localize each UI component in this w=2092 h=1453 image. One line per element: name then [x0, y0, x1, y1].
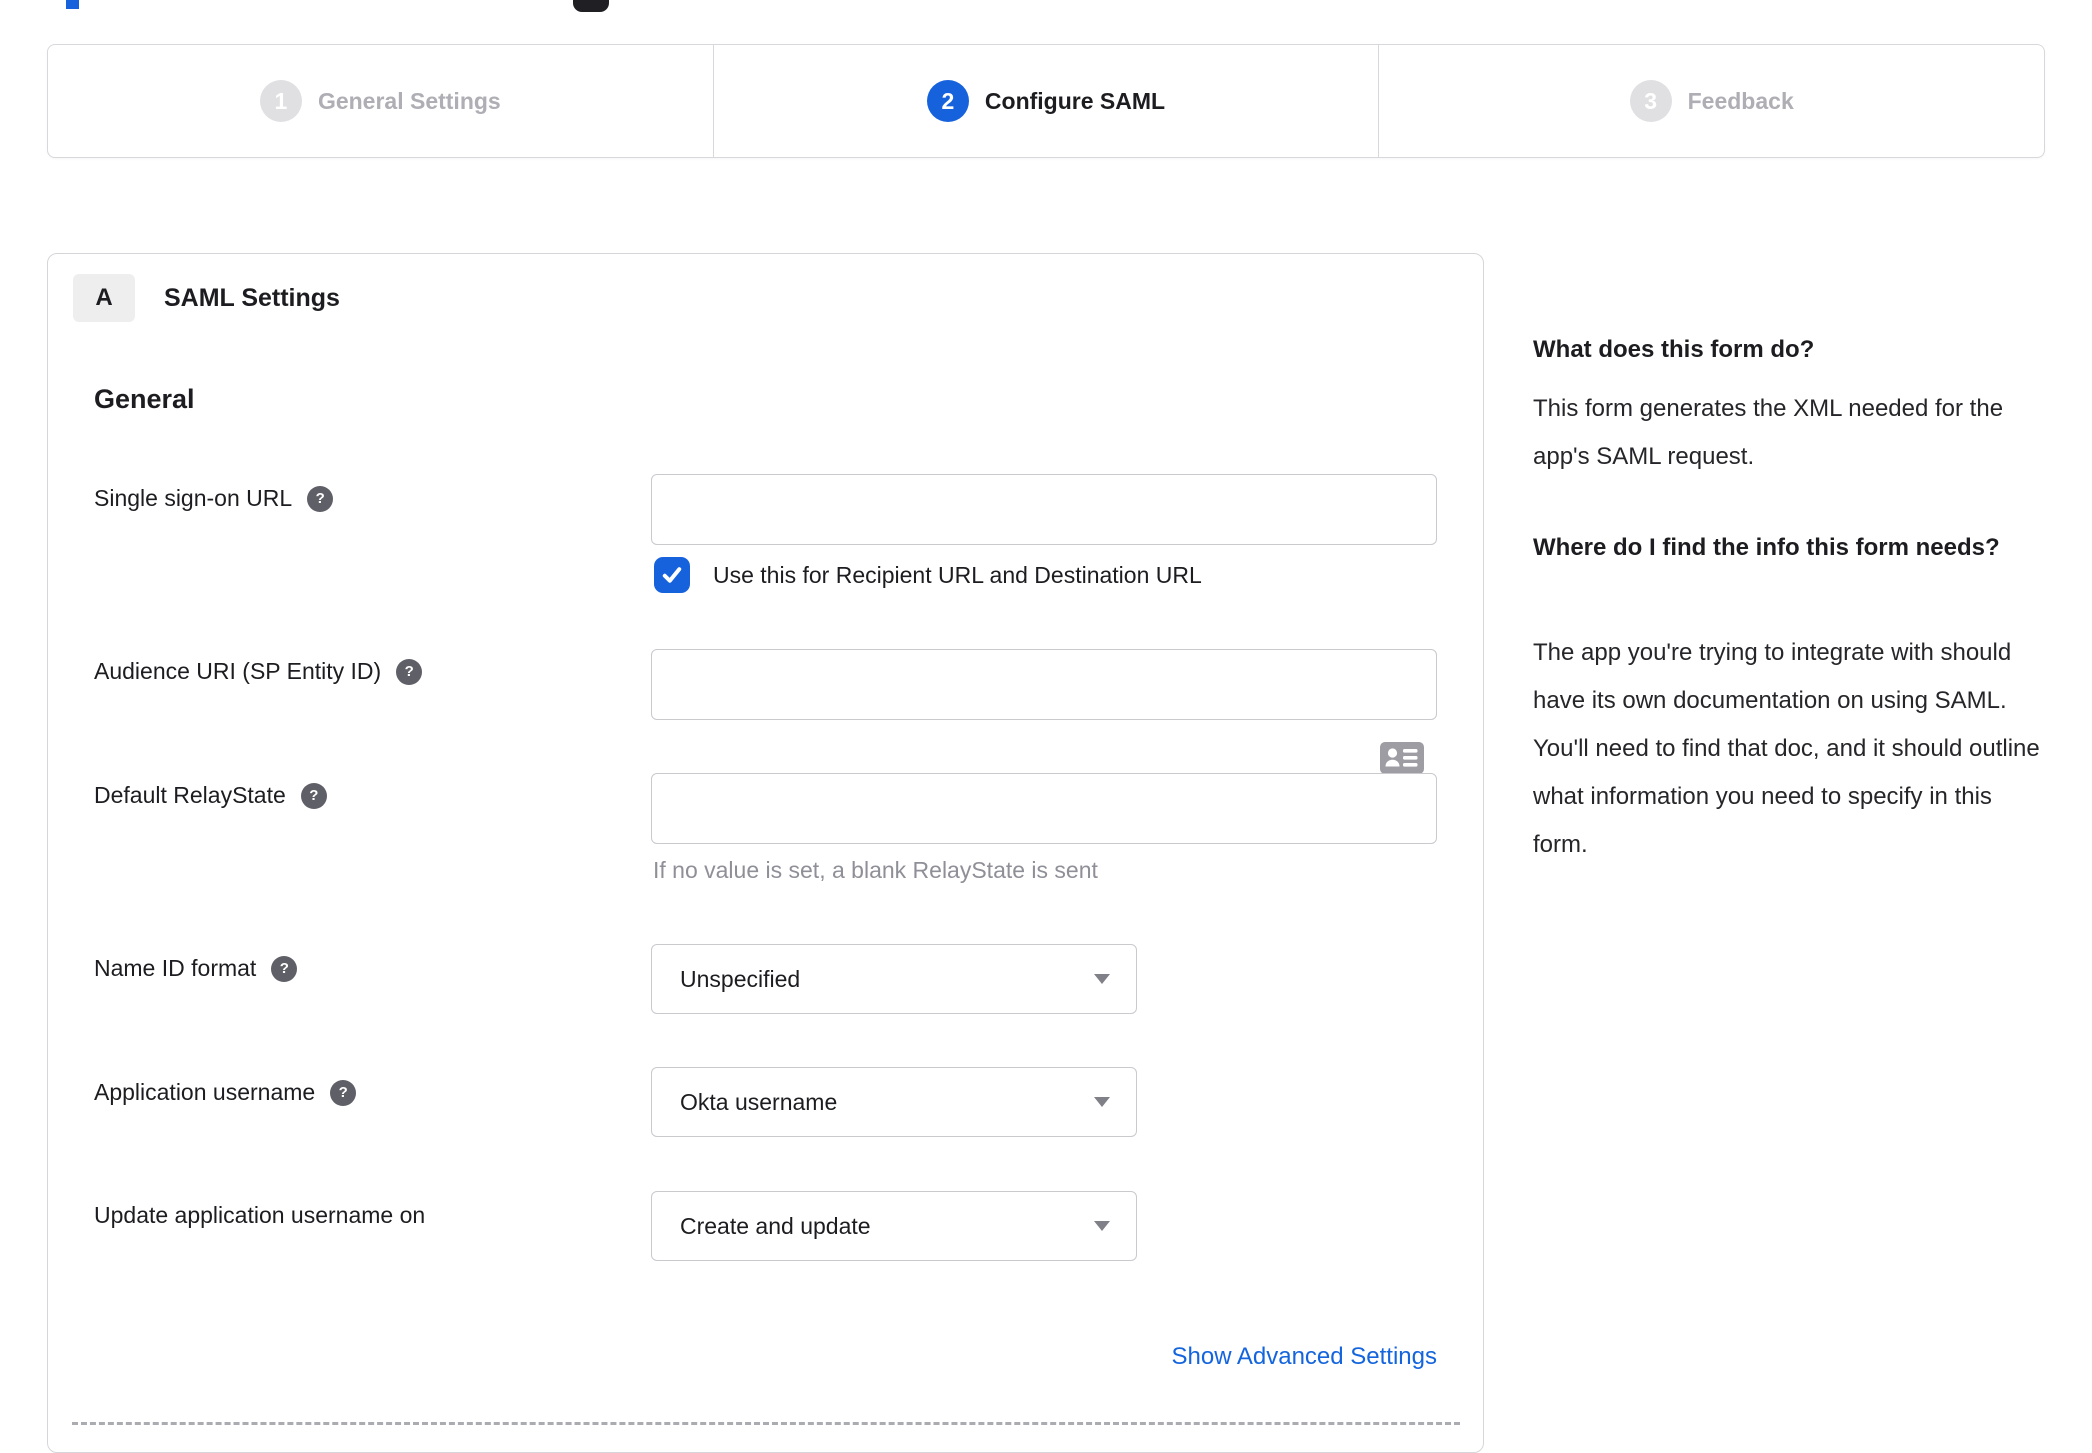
step-configure-saml[interactable]: 2 Configure SAML — [712, 45, 1379, 157]
default-relaystate-label-text: Default RelayState — [94, 782, 286, 808]
checkmark-icon — [662, 567, 682, 583]
application-username-label-text: Application username — [94, 1079, 316, 1105]
help-icon[interactable]: ? — [330, 1079, 357, 1106]
chevron-down-icon — [1094, 974, 1110, 984]
help-heading-what: What does this form do? — [1533, 336, 1815, 363]
chevron-down-icon — [1094, 1221, 1110, 1231]
recipient-url-checkbox[interactable] — [654, 557, 690, 593]
help-body-what: This form generates the XML needed for t… — [1533, 395, 2004, 470]
default-relaystate-input[interactable] — [651, 773, 1437, 844]
update-app-username-label-text: Update application username on — [94, 1202, 426, 1228]
chevron-down-icon — [1094, 1097, 1110, 1107]
sso-url-label-text: Single sign-on URL — [94, 485, 293, 511]
step-label: Feedback — [1687, 87, 1794, 114]
name-id-format-label-text: Name ID format — [94, 955, 257, 981]
cropped-title-accent — [66, 0, 79, 9]
name-id-format-select[interactable]: Unspecified — [651, 944, 1137, 1014]
group-title-general: General — [94, 384, 195, 414]
sso-url-label: Single sign-on URL ? — [94, 485, 334, 512]
step-label: General Settings — [317, 87, 501, 114]
help-icon[interactable]: ? — [396, 658, 423, 685]
contact-card-icon[interactable] — [1380, 742, 1424, 774]
update-app-username-label: Update application username on — [94, 1202, 425, 1229]
step-feedback[interactable]: 3 Feedback — [1378, 45, 2044, 157]
update-app-username-value: Create and update — [680, 1212, 871, 1239]
application-username-select[interactable]: Okta username — [651, 1067, 1137, 1137]
application-username-value: Okta username — [680, 1088, 838, 1115]
help-icon[interactable]: ? — [271, 955, 298, 982]
help-body-where: The app you're trying to integrate with … — [1533, 639, 2040, 858]
audience-uri-label: Audience URI (SP Entity ID) ? — [94, 658, 423, 685]
step-number-badge: 3 — [1629, 80, 1672, 122]
default-relaystate-label: Default RelayState ? — [94, 782, 327, 809]
name-id-format-value: Unspecified — [680, 965, 801, 992]
relaystate-helper-text: If no value is set, a blank RelayState i… — [653, 857, 1098, 883]
section-title: SAML Settings — [164, 283, 340, 312]
audience-uri-input[interactable] — [651, 649, 1437, 720]
cropped-icon-remnant — [573, 0, 609, 12]
step-number-badge: 2 — [926, 80, 969, 122]
wizard-stepper: 1 General Settings 2 Configure SAML 3 Fe… — [47, 44, 2045, 158]
saml-settings-card: A SAML Settings General Single sign-on U… — [47, 253, 1484, 1453]
audience-uri-label-text: Audience URI (SP Entity ID) — [94, 658, 382, 684]
application-username-label: Application username ? — [94, 1079, 357, 1106]
help-icon[interactable]: ? — [300, 782, 327, 809]
section-badge-a: A — [73, 274, 135, 322]
update-app-username-select[interactable]: Create and update — [651, 1191, 1137, 1261]
recipient-url-checkbox-label: Use this for Recipient URL and Destinati… — [713, 561, 1202, 588]
step-label: Configure SAML — [984, 87, 1166, 114]
show-advanced-settings-link[interactable]: Show Advanced Settings — [651, 1343, 1437, 1371]
name-id-format-label: Name ID format ? — [94, 955, 298, 982]
help-heading-where: Where do I find the info this form needs… — [1533, 534, 2000, 561]
help-icon[interactable]: ? — [307, 485, 334, 512]
dashed-divider — [72, 1422, 1460, 1425]
step-number-badge: 1 — [259, 80, 302, 122]
step-general-settings[interactable]: 1 General Settings — [48, 45, 713, 157]
sso-url-input[interactable] — [651, 474, 1437, 545]
